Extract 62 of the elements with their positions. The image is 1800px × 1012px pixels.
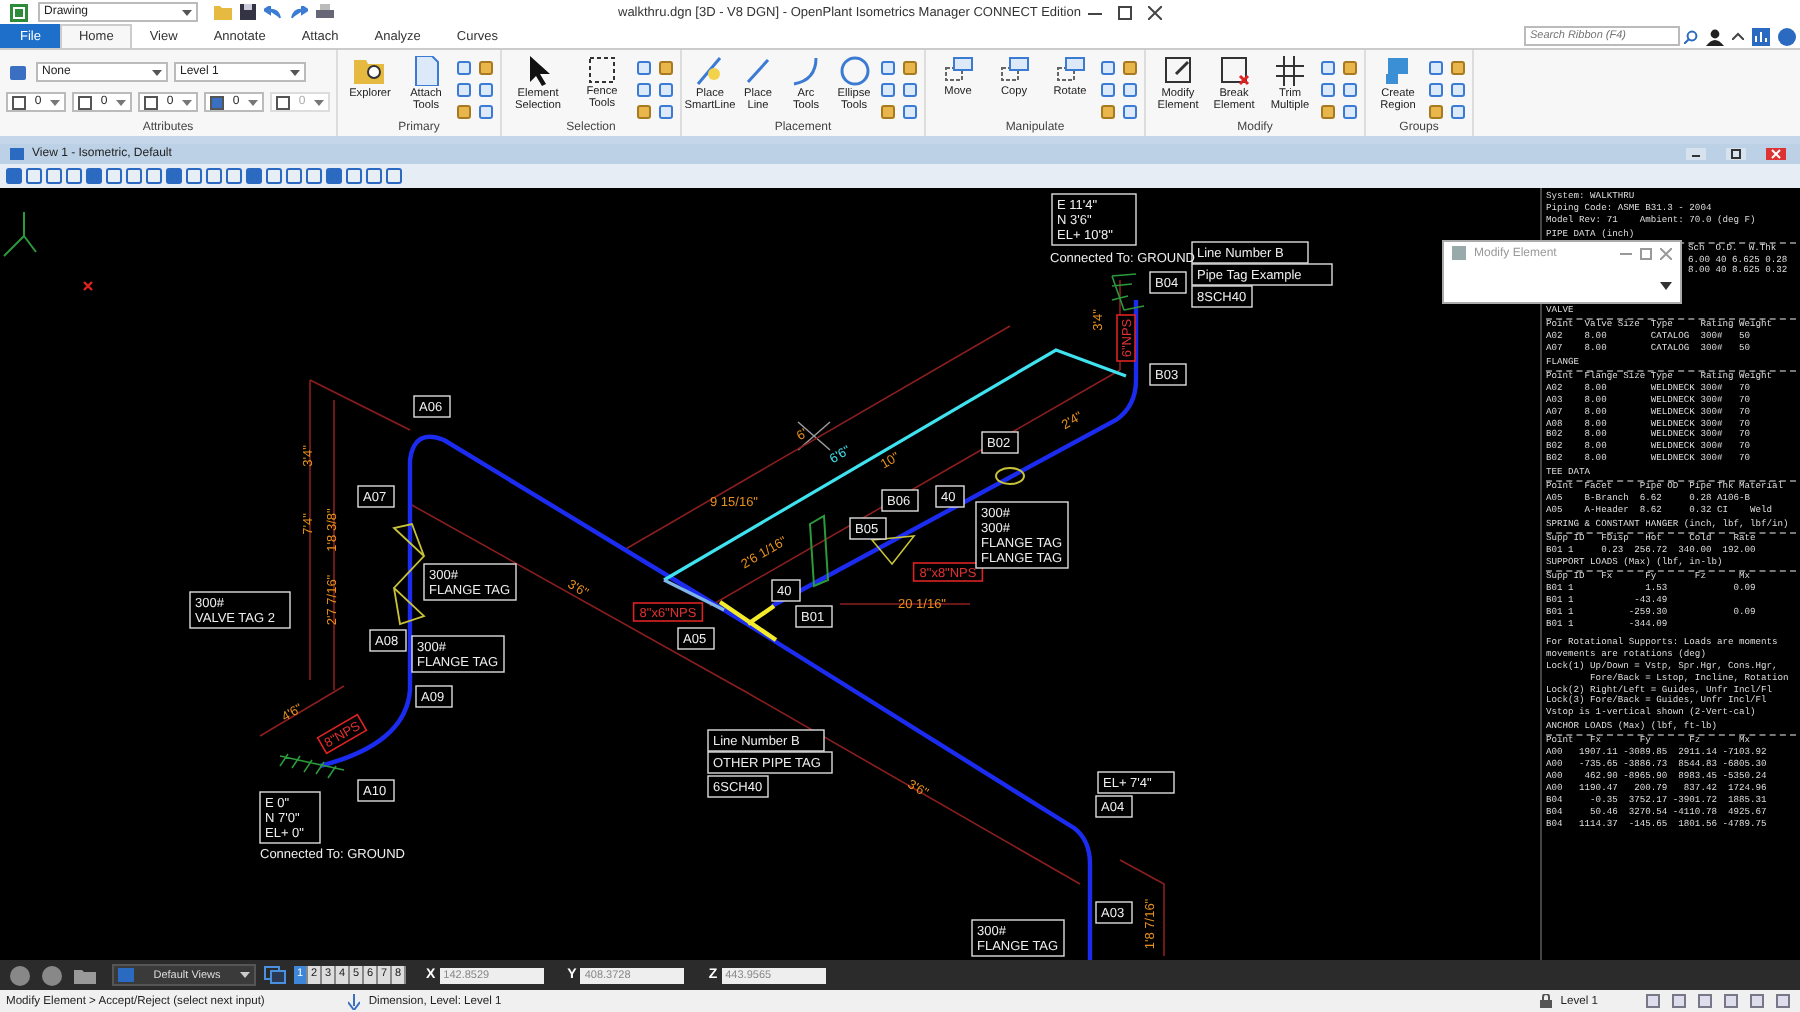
folder-icon[interactable] bbox=[74, 967, 96, 983]
support-symbol bbox=[808, 514, 830, 588]
move-icon bbox=[943, 56, 973, 84]
minimize-icon[interactable] bbox=[1686, 148, 1706, 160]
caret-icon bbox=[240, 972, 250, 978]
save-icon[interactable] bbox=[240, 4, 256, 20]
square-icon bbox=[78, 95, 92, 109]
caret-icon bbox=[182, 99, 192, 105]
caret-icon bbox=[314, 99, 324, 105]
region-icon bbox=[1383, 56, 1413, 86]
move-icon bbox=[1055, 56, 1085, 84]
document-icon bbox=[413, 56, 439, 86]
tee-fitting bbox=[717, 599, 779, 643]
caret-icon[interactable] bbox=[1660, 282, 1672, 290]
square-icon bbox=[210, 95, 224, 109]
print-icon[interactable] bbox=[316, 4, 334, 20]
line-bulb-icon bbox=[696, 56, 724, 86]
crosshair-icon bbox=[797, 421, 831, 451]
square-edit-icon bbox=[1219, 56, 1249, 86]
square-icon bbox=[144, 95, 158, 109]
line-icon bbox=[744, 56, 772, 86]
tool-icon bbox=[1452, 246, 1466, 260]
chart-icon[interactable] bbox=[1752, 27, 1770, 45]
square-icon bbox=[12, 95, 26, 109]
caret-icon bbox=[248, 99, 258, 105]
caret-icon bbox=[116, 99, 126, 105]
ground-hatch-icon bbox=[1111, 273, 1145, 311]
square-icon bbox=[276, 95, 290, 109]
caret-icon bbox=[290, 69, 300, 75]
marker-x-icon bbox=[82, 280, 94, 292]
view-icon bbox=[10, 148, 24, 160]
caret-icon bbox=[50, 99, 60, 105]
collapse-icon[interactable] bbox=[1732, 32, 1744, 40]
valve-symbol bbox=[392, 522, 426, 626]
app-icon[interactable] bbox=[10, 3, 28, 21]
cursor-icon bbox=[525, 56, 551, 86]
lock-icon[interactable] bbox=[1540, 994, 1553, 1008]
maximize-icon[interactable] bbox=[1726, 148, 1746, 160]
arrow-down-icon bbox=[348, 993, 361, 1009]
caret-icon bbox=[152, 69, 162, 75]
maximize-icon[interactable] bbox=[1118, 5, 1133, 19]
square-edit-icon bbox=[1163, 56, 1193, 86]
undo-icon[interactable] bbox=[264, 5, 282, 19]
dashed-square-icon bbox=[588, 56, 616, 84]
arc-icon bbox=[792, 56, 820, 86]
redo-icon[interactable] bbox=[290, 5, 308, 19]
grid-lines-icon bbox=[1276, 56, 1304, 86]
view-icon bbox=[118, 968, 134, 982]
circle-icon bbox=[839, 56, 869, 86]
axis-triad-icon bbox=[3, 211, 37, 257]
search-icon[interactable] bbox=[1684, 29, 1698, 43]
reducer-symbol bbox=[870, 535, 916, 566]
element-icon bbox=[10, 65, 26, 79]
ground-hatch-icon bbox=[279, 753, 345, 779]
flange-symbol bbox=[995, 467, 1025, 485]
user-icon[interactable] bbox=[1706, 27, 1724, 45]
windows-icon[interactable] bbox=[264, 966, 286, 984]
folder-search-icon bbox=[354, 56, 386, 86]
close-icon[interactable] bbox=[1766, 148, 1786, 160]
close-icon[interactable] bbox=[1148, 5, 1163, 19]
caret-icon bbox=[182, 9, 192, 15]
move-icon bbox=[999, 56, 1029, 84]
